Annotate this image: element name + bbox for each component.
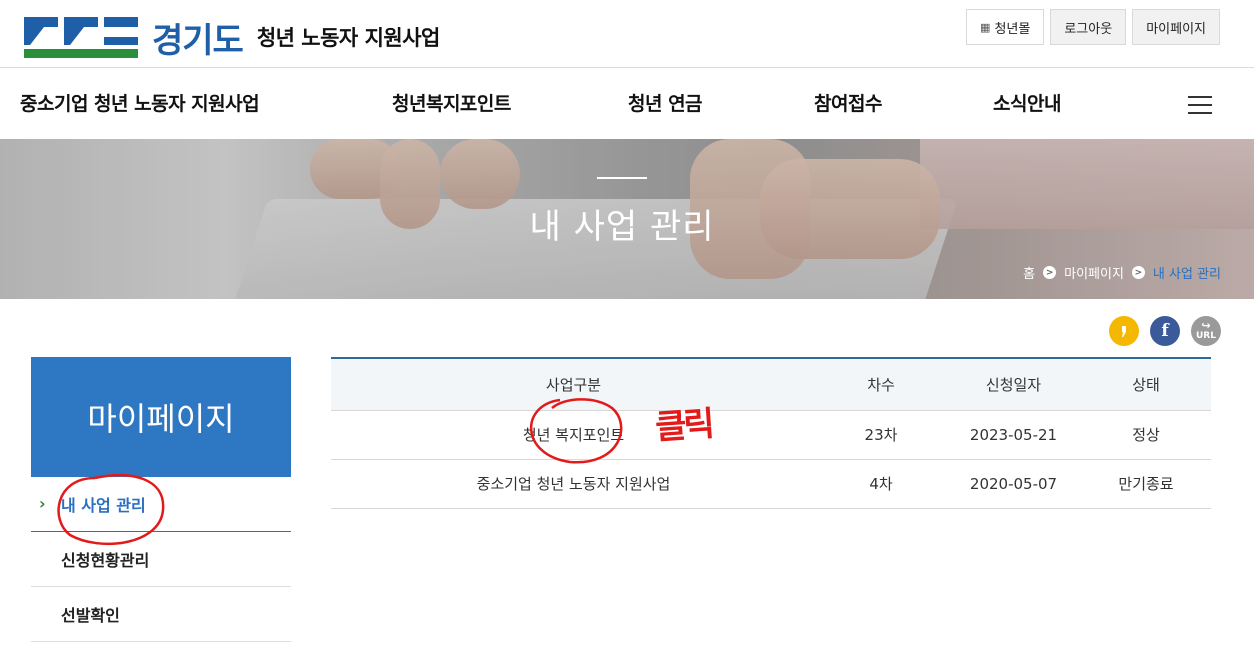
table-row[interactable]: 청년 복지포인트 23차 2023-05-21 정상 — [331, 410, 1211, 460]
chevron-right-icon: > — [1131, 266, 1145, 279]
brand-name: 경기도 — [152, 20, 244, 61]
chevron-right-icon: › — [39, 494, 46, 513]
kakao-share-icon[interactable] — [1109, 316, 1139, 346]
mypage-button[interactable]: 마이페이지 — [1132, 9, 1220, 45]
facebook-share-icon[interactable]: f — [1150, 316, 1180, 346]
sidebar-item-application-status[interactable]: 신청현황관리 — [31, 532, 291, 587]
cell-status: 정상 — [1081, 410, 1211, 460]
sidebar-title: 마이페이지 — [31, 357, 291, 477]
annotation-click-text: 클릭 — [653, 404, 714, 448]
col-header-apply-date: 신청일자 — [946, 357, 1081, 411]
store-icon: ▦ — [980, 20, 991, 34]
col-header-business-type: 사업구분 — [331, 357, 816, 411]
breadcrumb-current: 내 사업 관리 — [1152, 267, 1221, 282]
sidebar-item-label: 선발확인 — [61, 606, 120, 625]
share-arrow-icon: ↪ — [1201, 319, 1211, 332]
page-banner: 내 사업 관리 홈 > 마이페이지 > 내 사업 관리 — [0, 139, 1254, 299]
url-copy-icon[interactable]: ↪ URL — [1191, 316, 1221, 346]
nav-item-sme-youth[interactable]: 중소기업 청년 노동자 지원사업 — [20, 89, 260, 116]
cell-business-type-link[interactable]: 청년 복지포인트 — [331, 410, 816, 460]
page-title: 내 사업 관리 — [529, 207, 715, 247]
nav-item-news[interactable]: 소식안내 — [993, 89, 1061, 116]
gyeonggi-logo-mark — [24, 17, 138, 58]
top-buttons: ▦ 청년몰 로그아웃 마이페이지 — [966, 9, 1220, 45]
cell-apply-date: 2023-05-21 — [946, 410, 1081, 460]
mypage-label: 마이페이지 — [1146, 21, 1206, 37]
cell-round: 23차 — [816, 410, 946, 460]
gyeonggi-logo[interactable]: 경기도 청년 노동자 지원사업 — [24, 14, 441, 61]
col-header-status: 상태 — [1081, 357, 1211, 411]
cell-business-type-link[interactable]: 중소기업 청년 노동자 지원사업 — [331, 459, 816, 509]
sidebar-item-label: 내 사업 관리 — [61, 496, 146, 515]
sidebar-item-selection-check[interactable]: 선발확인 — [31, 587, 291, 642]
youth-mall-button[interactable]: ▦ 청년몰 — [966, 9, 1045, 45]
sidebar-item-my-business[interactable]: › 내 사업 관리 — [31, 477, 291, 532]
col-header-round: 차수 — [816, 357, 946, 411]
cell-round: 4차 — [816, 459, 946, 509]
hamburger-icon[interactable] — [1188, 96, 1212, 114]
url-label: URL — [1196, 331, 1216, 341]
cell-status: 만기종료 — [1081, 459, 1211, 509]
cell-apply-date: 2020-05-07 — [946, 459, 1081, 509]
nav-item-youth-pension[interactable]: 청년 연금 — [628, 89, 703, 116]
chevron-right-icon: > — [1043, 266, 1057, 279]
logout-button[interactable]: 로그아웃 — [1050, 9, 1127, 45]
top-header: 경기도 청년 노동자 지원사업 ▦ 청년몰 로그아웃 마이페이지 — [0, 0, 1254, 68]
table-header-row: 사업구분 차수 신청일자 상태 — [331, 357, 1211, 411]
main-nav: 중소기업 청년 노동자 지원사업 청년복지포인트 청년 연금 참여접수 소식안내 — [0, 69, 1254, 139]
nav-item-apply[interactable]: 참여접수 — [814, 89, 882, 116]
youth-mall-label: 청년몰 — [994, 21, 1031, 37]
sidebar-item-label: 신청현황관리 — [61, 551, 150, 570]
breadcrumb-home[interactable]: 홈 — [1023, 263, 1035, 282]
breadcrumb-mypage[interactable]: 마이페이지 — [1064, 263, 1124, 282]
banner-divider — [597, 177, 647, 179]
breadcrumb: 홈 > 마이페이지 > 내 사업 관리 — [1023, 263, 1221, 282]
nav-item-welfare-point[interactable]: 청년복지포인트 — [392, 89, 511, 116]
business-table: 사업구분 차수 신청일자 상태 청년 복지포인트 23차 2023-05-21 … — [331, 357, 1211, 509]
brand-subtitle: 청년 노동자 지원사업 — [256, 26, 441, 50]
logout-label: 로그아웃 — [1064, 21, 1113, 37]
table-row[interactable]: 중소기업 청년 노동자 지원사업 4차 2020-05-07 만기종료 — [331, 459, 1211, 509]
